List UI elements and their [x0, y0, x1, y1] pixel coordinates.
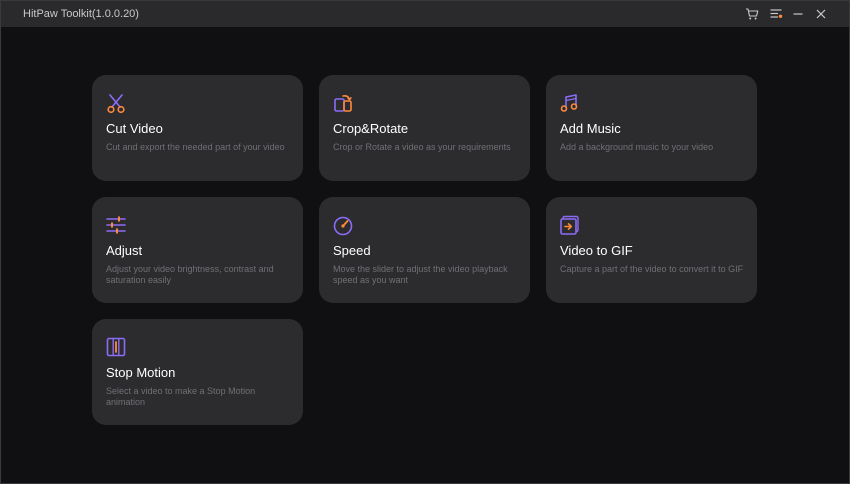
tool-title: Video to GIF: [560, 243, 633, 258]
film-frames-icon: [105, 336, 127, 358]
close-button[interactable]: [813, 6, 829, 22]
sliders-icon: [105, 214, 127, 236]
scissors-icon: [105, 92, 127, 114]
menu-list-icon: [770, 9, 783, 18]
minimize-icon: [793, 13, 803, 15]
title-bar[interactable]: HitPaw Toolkit(1.0.0.20): [1, 1, 849, 27]
app-title: HitPaw Toolkit(1.0.0.20): [23, 8, 139, 20]
tool-title: Add Music: [560, 121, 621, 136]
tool-description: Select a video to make a Stop Motion ani…: [106, 386, 256, 407]
video-to-gif-icon: [559, 214, 581, 236]
crop-rotate-icon: [332, 92, 354, 114]
tool-card-cut-video[interactable]: Cut Video Cut and export the needed part…: [92, 75, 303, 181]
app-window: HitPaw Toolkit(1.0.0.20) Cut Video Cut a…: [0, 0, 850, 484]
minimize-button[interactable]: [790, 6, 806, 22]
tool-card-add-music[interactable]: Add Music Add a background music to your…: [546, 75, 757, 181]
cart-icon: [746, 8, 759, 20]
close-icon: [816, 9, 826, 19]
tool-description: Add a background music to your video: [560, 142, 714, 152]
tool-title: Crop&Rotate: [333, 121, 409, 136]
tool-description: Move the slider to adjust the video play…: [333, 264, 508, 285]
tool-title: Speed: [333, 243, 371, 258]
tool-title: Cut Video: [106, 121, 163, 136]
music-note-icon: [559, 92, 581, 114]
tool-card-adjust[interactable]: Adjust Adjust your video brightness, con…: [92, 197, 303, 303]
menu-button[interactable]: [768, 6, 784, 22]
tool-description: Cut and export the needed part of your v…: [106, 142, 285, 152]
tool-card-speed[interactable]: Speed Move the slider to adjust the vide…: [319, 197, 530, 303]
tool-title: Adjust: [106, 243, 143, 258]
tool-card-crop-rotate[interactable]: Crop&Rotate Crop or Rotate a video as yo…: [319, 75, 530, 181]
tool-description: Capture a part of the video to convert i…: [560, 264, 744, 274]
tool-title: Stop Motion: [106, 365, 176, 380]
tool-card-stop-motion[interactable]: Stop Motion Select a video to make a Sto…: [92, 319, 303, 425]
tool-description: Adjust your video brightness, contrast a…: [106, 264, 274, 285]
tool-card-video-to-gif[interactable]: Video to GIF Capture a part of the video…: [546, 197, 757, 303]
cart-button[interactable]: [744, 6, 760, 22]
tool-description: Crop or Rotate a video as your requireme…: [333, 142, 511, 152]
speedometer-icon: [332, 214, 354, 236]
